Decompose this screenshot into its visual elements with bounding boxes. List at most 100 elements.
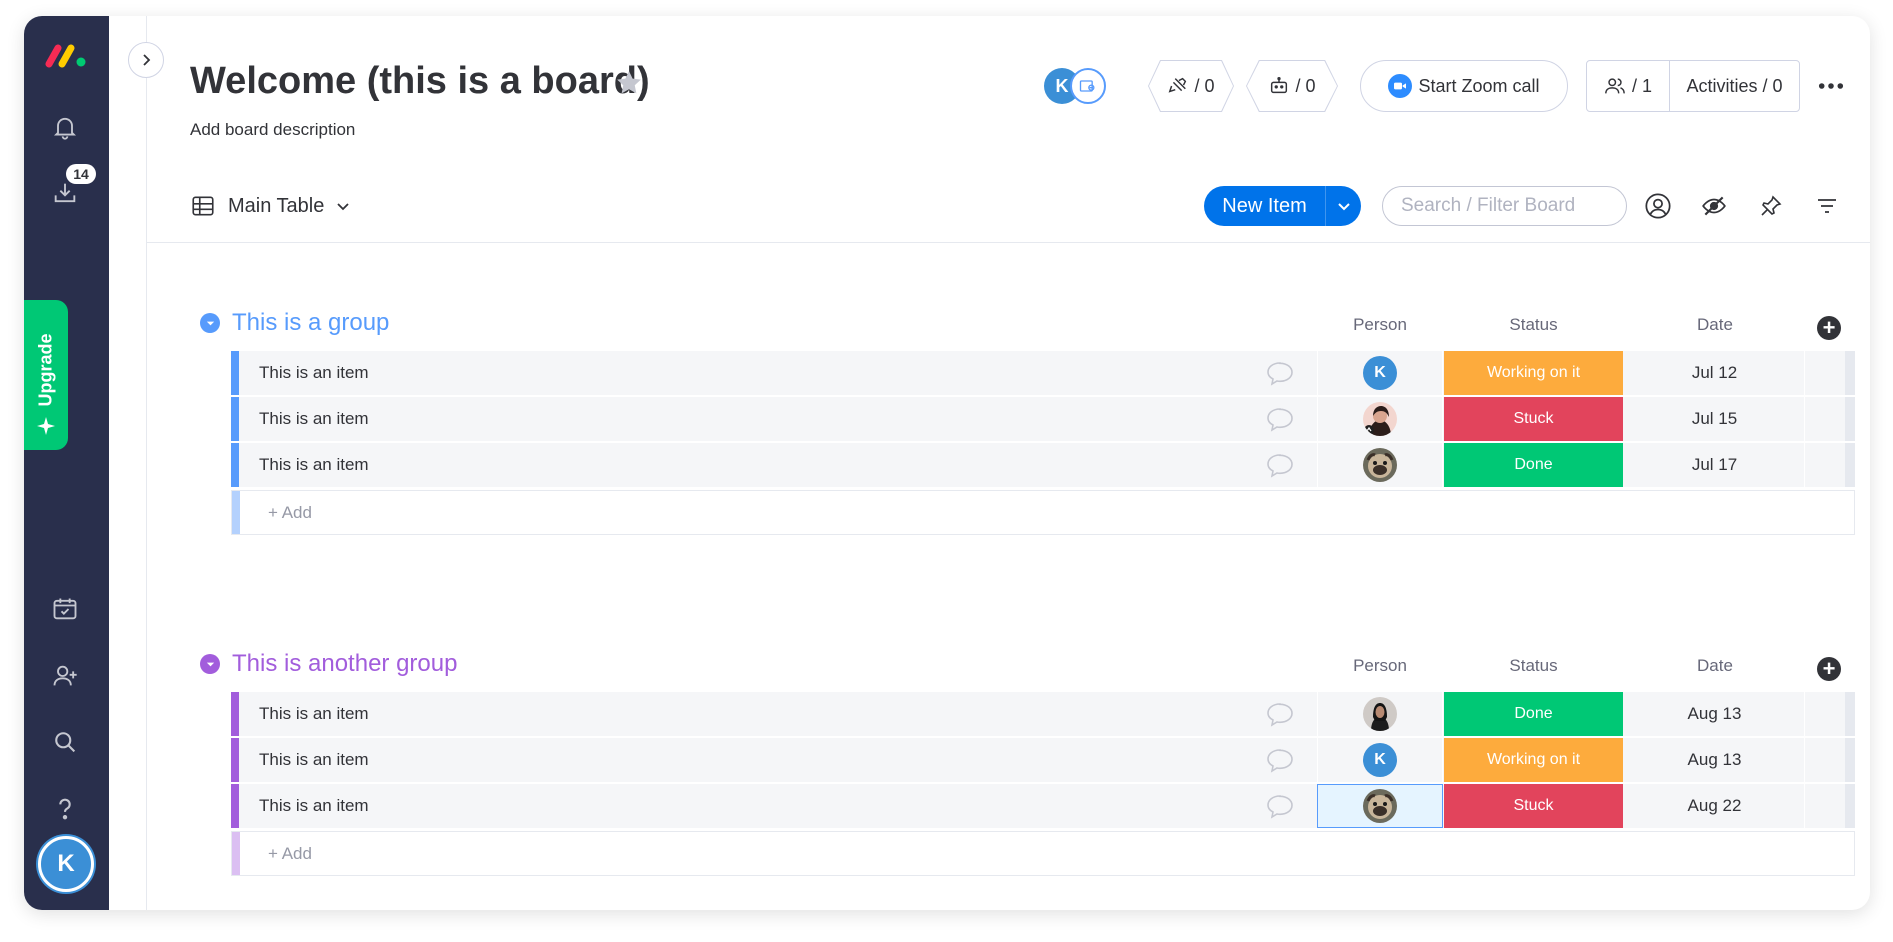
person-cell[interactable]: K bbox=[1317, 738, 1443, 782]
table-row[interactable]: This is an item Done Jul 17 bbox=[231, 443, 1855, 488]
people-icon bbox=[1605, 78, 1625, 94]
board-title[interactable]: Welcome (this is a board) bbox=[190, 60, 650, 103]
status-cell[interactable]: Done bbox=[1444, 692, 1623, 736]
comment-bubble-icon[interactable] bbox=[1264, 700, 1296, 730]
board-description[interactable]: Add board description bbox=[190, 120, 355, 140]
user-avatar[interactable]: K bbox=[38, 836, 94, 892]
status-cell[interactable]: Working on it bbox=[1444, 738, 1623, 782]
members-button[interactable]: / 1 bbox=[1587, 61, 1670, 111]
more-options-icon[interactable] bbox=[1814, 72, 1848, 100]
new-item-button[interactable]: New Item bbox=[1204, 186, 1326, 226]
table-row[interactable]: This is an item Stuck Jul 15 bbox=[231, 397, 1855, 442]
person-cell[interactable] bbox=[1317, 443, 1443, 487]
date-cell[interactable]: Jul 15 bbox=[1625, 397, 1805, 441]
expand-panel-button[interactable] bbox=[128, 42, 164, 78]
group-header: This is a group bbox=[200, 308, 389, 338]
status-cell[interactable]: Done bbox=[1444, 443, 1623, 487]
table-row[interactable]: This is an item K Working on it Aug 13 bbox=[231, 738, 1855, 783]
upgrade-button[interactable]: Upgrade bbox=[24, 300, 68, 450]
person-cell[interactable]: K bbox=[1317, 351, 1443, 395]
search-icon[interactable] bbox=[50, 727, 80, 757]
star-icon[interactable] bbox=[614, 68, 644, 98]
comment-bubble-icon[interactable] bbox=[1264, 792, 1296, 822]
table-row[interactable]: This is an item Done Aug 13 bbox=[231, 692, 1855, 737]
date-cell[interactable]: Jul 17 bbox=[1625, 443, 1805, 487]
person-cell[interactable] bbox=[1317, 397, 1443, 441]
item-name[interactable]: This is an item bbox=[259, 796, 369, 816]
chevron-down-icon bbox=[206, 662, 214, 666]
item-name[interactable]: This is an item bbox=[259, 750, 369, 770]
sort-filter-icon[interactable] bbox=[1811, 190, 1843, 222]
add-item-label[interactable]: + Add bbox=[268, 503, 312, 523]
zoom-camera-icon bbox=[1388, 74, 1413, 98]
new-item-button-group: New Item bbox=[1204, 186, 1361, 226]
comment-bubble-icon[interactable] bbox=[1264, 405, 1296, 435]
group-title[interactable]: This is a group bbox=[232, 309, 389, 337]
status-cell[interactable]: Stuck bbox=[1444, 397, 1623, 441]
status-cell[interactable]: Stuck bbox=[1444, 784, 1623, 828]
chevron-right-icon bbox=[143, 54, 151, 66]
column-header-date[interactable]: Date bbox=[1625, 656, 1805, 676]
date-cell[interactable]: Aug 13 bbox=[1625, 738, 1805, 782]
view-selector-main-table[interactable]: Main Table bbox=[190, 188, 350, 224]
item-name[interactable]: This is an item bbox=[259, 409, 369, 429]
group-header: This is another group bbox=[200, 649, 457, 679]
sparkle-icon bbox=[37, 417, 55, 435]
status-cell[interactable]: Working on it bbox=[1444, 351, 1623, 395]
board-viewers[interactable]: K bbox=[1044, 66, 1114, 106]
new-item-dropdown[interactable] bbox=[1326, 186, 1361, 226]
group-color-bar bbox=[231, 692, 239, 736]
zoom-call-label: Start Zoom call bbox=[1418, 75, 1540, 96]
table-row[interactable]: This is an item Stuck Aug 22 bbox=[231, 784, 1855, 829]
column-header-person[interactable]: Person bbox=[1317, 315, 1443, 335]
comment-bubble-icon[interactable] bbox=[1264, 451, 1296, 481]
group-collapse-toggle[interactable] bbox=[200, 654, 220, 674]
date-cell[interactable]: Aug 22 bbox=[1625, 784, 1805, 828]
add-column-button[interactable]: + bbox=[1817, 656, 1841, 681]
group-color-bar bbox=[232, 491, 240, 534]
item-name[interactable]: This is an item bbox=[259, 704, 369, 724]
activities-button[interactable]: Activities / 0 bbox=[1670, 61, 1799, 111]
add-column-button[interactable]: + bbox=[1817, 315, 1841, 340]
table-row[interactable]: This is an item K Working on it Jul 12 bbox=[231, 351, 1855, 396]
group-title[interactable]: This is another group bbox=[232, 650, 457, 678]
automations-button[interactable]: / 0 bbox=[1246, 60, 1338, 112]
date-cell[interactable]: Jul 12 bbox=[1625, 351, 1805, 395]
person-photo-avatar bbox=[1363, 789, 1397, 823]
integrations-button[interactable]: / 0 bbox=[1148, 60, 1234, 112]
board-members-activity: / 1 Activities / 0 bbox=[1586, 60, 1800, 112]
person-photo-avatar bbox=[1363, 697, 1397, 731]
chevron-down-icon bbox=[1337, 203, 1350, 211]
add-item-label[interactable]: + Add bbox=[268, 844, 312, 864]
monday-logo[interactable] bbox=[45, 40, 89, 70]
view-label: Main Table bbox=[228, 194, 325, 217]
group-collapse-toggle[interactable] bbox=[200, 313, 220, 333]
pin-icon[interactable] bbox=[1755, 190, 1787, 222]
start-zoom-call-button[interactable]: Start Zoom call bbox=[1360, 60, 1568, 112]
chevron-down-icon bbox=[337, 203, 349, 211]
column-header-date[interactable]: Date bbox=[1625, 315, 1805, 335]
add-item-row[interactable]: + Add bbox=[231, 490, 1855, 535]
comment-bubble-icon[interactable] bbox=[1264, 746, 1296, 776]
person-cell[interactable] bbox=[1317, 692, 1443, 736]
person-filter-icon[interactable] bbox=[1642, 190, 1674, 222]
collapsed-panel-rail bbox=[109, 16, 147, 910]
column-header-status[interactable]: Status bbox=[1444, 656, 1623, 676]
person-cell[interactable] bbox=[1317, 784, 1443, 828]
column-header-person[interactable]: Person bbox=[1317, 656, 1443, 676]
guest-viewer-icon bbox=[1070, 68, 1106, 104]
calendar-icon[interactable] bbox=[50, 594, 80, 624]
column-header-status[interactable]: Status bbox=[1444, 315, 1623, 335]
bell-icon[interactable] bbox=[50, 112, 80, 142]
invite-member-icon[interactable] bbox=[50, 661, 80, 691]
item-name[interactable]: This is an item bbox=[259, 455, 369, 475]
item-name[interactable]: This is an item bbox=[259, 363, 369, 383]
date-cell[interactable]: Aug 13 bbox=[1625, 692, 1805, 736]
hide-columns-icon[interactable] bbox=[1698, 190, 1730, 222]
search-filter-input[interactable] bbox=[1382, 186, 1627, 226]
help-icon[interactable] bbox=[50, 794, 80, 824]
comment-bubble-icon[interactable] bbox=[1264, 359, 1296, 389]
group-color-bar bbox=[232, 832, 240, 875]
toolbar-divider bbox=[147, 242, 1870, 243]
add-item-row[interactable]: + Add bbox=[231, 831, 1855, 876]
